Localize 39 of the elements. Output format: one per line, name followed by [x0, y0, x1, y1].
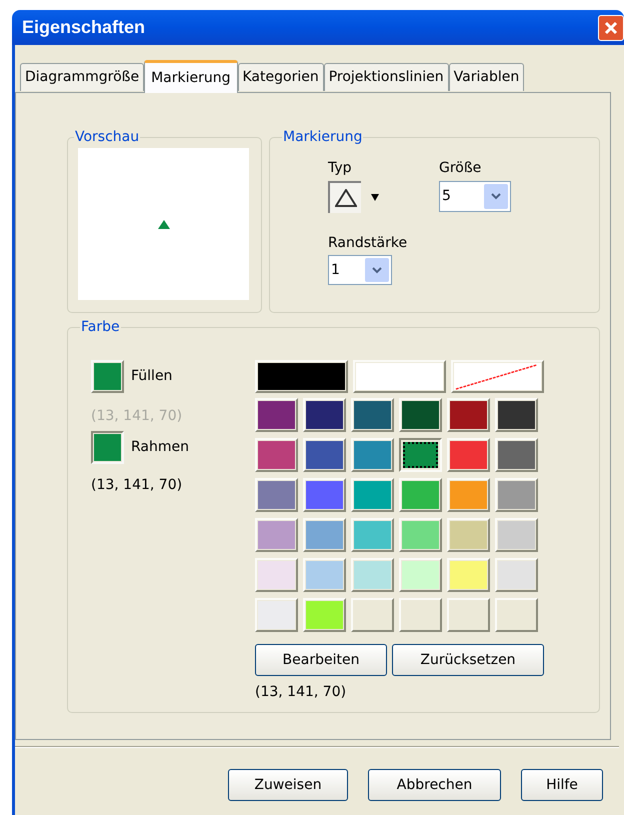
field-label: Größe [439, 159, 482, 178]
tab[interactable]: Kategorien [238, 63, 324, 91]
field-label: Randstärke [328, 234, 408, 253]
color-swatch[interactable] [399, 438, 442, 472]
help-button[interactable]: Hilfe [521, 769, 603, 801]
border-color-button[interactable] [91, 431, 124, 464]
tab[interactable]: Variablen [448, 63, 524, 91]
triangle-icon [158, 220, 170, 228]
tab[interactable]: Projektionslinien [324, 63, 449, 91]
size-dropdown[interactable]: 5 [439, 181, 511, 212]
chevron-down-icon [491, 193, 501, 200]
triangle-icon [334, 189, 356, 207]
close-icon [604, 20, 618, 34]
marker-type-button[interactable] [328, 181, 361, 213]
window-title: Eigenschaften [22, 16, 146, 39]
cancel-button[interactable]: Abbrechen [368, 769, 501, 801]
border-label: Rahmen [131, 438, 189, 457]
empty-swatch[interactable] [495, 598, 538, 632]
reset-button[interactable]: Zurücksetzen [392, 644, 544, 676]
field-label: Typ [328, 159, 352, 178]
empty-swatch[interactable] [351, 598, 394, 632]
fill-label: Füllen [131, 367, 172, 386]
dropdown-arrow-icon[interactable] [371, 194, 379, 200]
color-value: (13, 141, 70) [255, 683, 346, 702]
border-width-dropdown[interactable]: 1 [328, 255, 392, 285]
close-button[interactable] [598, 14, 624, 40]
border-value: (13, 141, 70) [91, 476, 182, 495]
dropdown-button[interactable] [484, 184, 508, 209]
empty-swatch[interactable] [399, 598, 442, 632]
edit-button[interactable]: Bearbeiten [255, 644, 387, 676]
empty-swatch[interactable] [447, 598, 490, 632]
apply-button[interactable]: Zuweisen [228, 769, 348, 801]
fill-value: (13, 141, 70) [91, 407, 182, 426]
no-color-swatch[interactable] [451, 360, 544, 393]
dropdown-button[interactable] [365, 258, 389, 282]
tab[interactable]: Diagrammgröße [20, 63, 144, 91]
tab[interactable]: Markierung [144, 60, 238, 93]
chevron-down-icon [372, 266, 382, 274]
fill-color-button[interactable] [91, 360, 124, 393]
